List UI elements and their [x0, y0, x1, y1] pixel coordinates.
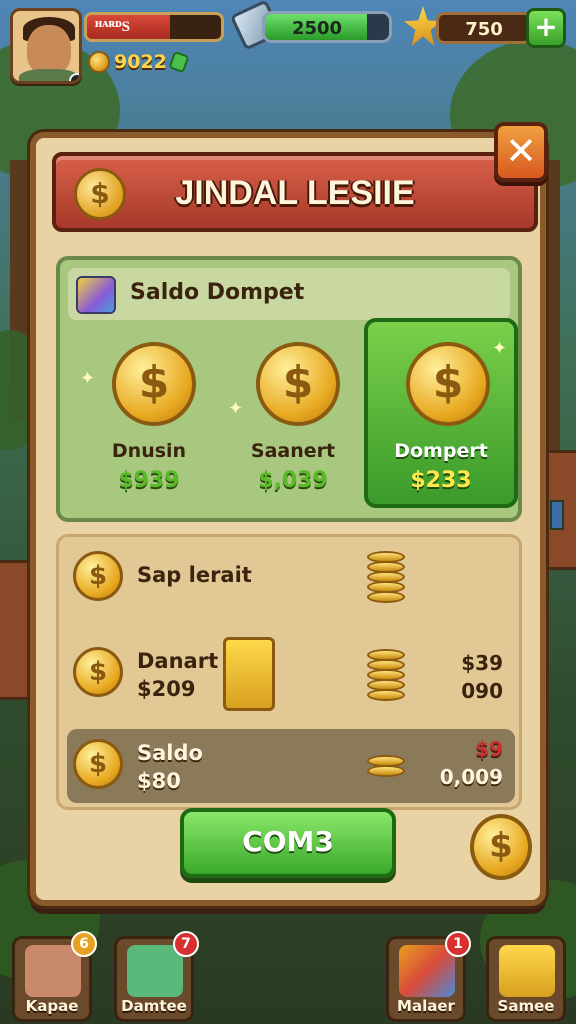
- energy-bar: 2500: [262, 11, 392, 43]
- wallet-header: Saldo Dompet: [68, 268, 510, 320]
- wallet-card-1[interactable]: ✦ $ Dnusin $939: [74, 322, 224, 508]
- card-icon: [223, 637, 275, 711]
- nav-item-profile[interactable]: 6 Kapae: [12, 931, 97, 1022]
- panel-header: $ JINDAL LESIIE: [52, 152, 538, 232]
- dollar-coin-icon: $: [406, 342, 490, 426]
- wallet-title: Saldo Dompet: [130, 280, 305, 305]
- row-label: Saldo: [137, 741, 203, 765]
- transaction-list: $ Sap lerait $ Danart $209 $39 090 $ Sal…: [56, 534, 522, 810]
- dollar-coin-icon: $: [73, 551, 123, 601]
- row-amount: $209: [137, 677, 196, 701]
- add-currency-button[interactable]: +: [526, 8, 566, 48]
- nav-label: Malaer: [397, 997, 455, 1015]
- wallet-card-amount: $,039: [258, 468, 328, 493]
- nav-badge: 1: [445, 931, 471, 957]
- nav-badge: 7: [173, 931, 199, 957]
- wallet-balance-section: Saldo Dompet ✦ $ Dnusin $939 ✦ $ Saanert…: [56, 256, 522, 522]
- row-right-top: $39: [461, 651, 503, 675]
- row-right-bottom: 0,009: [439, 765, 503, 789]
- list-item-highlighted[interactable]: $ Saldo $80 $9 0,009: [67, 729, 515, 803]
- notepad-icon: [127, 945, 183, 997]
- wallet-card-amount: $233: [410, 468, 472, 493]
- confirm-button[interactable]: COM3: [180, 808, 396, 878]
- dollar-coin-icon: $: [74, 168, 126, 220]
- dollar-coin-icon: $: [73, 739, 123, 789]
- wallet-card-3-selected[interactable]: ✦ $ Dompert $233: [364, 318, 518, 508]
- dollar-coin-icon: $: [73, 647, 123, 697]
- wallet-card-label: Dnusin: [111, 440, 187, 462]
- gold-crate-icon: [499, 945, 555, 997]
- gold-coin-icon: [88, 51, 110, 73]
- row-label: Sap lerait: [137, 563, 252, 587]
- star-counter: 750: [436, 12, 532, 44]
- coin-stack-icon: [367, 551, 405, 603]
- row-right-top: $9: [475, 737, 503, 761]
- wallet-card-label: Saanert: [250, 440, 336, 462]
- wallet-card-2[interactable]: ✦ $ Saanert $,039: [218, 322, 368, 508]
- row-amount: $80: [137, 769, 181, 793]
- gem-icon: [168, 50, 190, 74]
- nav-label: Damtee: [121, 997, 187, 1015]
- coin-stack-icon: [367, 755, 405, 777]
- profile-icon: [25, 945, 81, 997]
- close-button[interactable]: ✕: [494, 122, 548, 182]
- panel-title: JINDAL LESIIE: [175, 174, 415, 212]
- wallet-card-label: Dompert: [394, 440, 488, 462]
- dollar-coin-icon[interactable]: $: [470, 814, 532, 880]
- player-health-bar: ᴴᴬᴿᴰS: [84, 12, 224, 42]
- wallet-icon: [76, 276, 116, 314]
- gold-counter: 9022: [88, 48, 190, 76]
- wallet-card-amount: $939: [118, 468, 180, 493]
- gold-value: 9022: [114, 51, 167, 73]
- nav-item-shop[interactable]: 1 Malaer: [386, 931, 471, 1022]
- player-avatar[interactable]: [10, 8, 82, 84]
- nav-label: Samee: [497, 997, 555, 1015]
- row-label: Danart: [137, 649, 219, 673]
- row-right-bottom: 090: [461, 679, 503, 703]
- treasure-chest-icon: [399, 945, 455, 997]
- nav-item-rewards[interactable]: Samee: [486, 936, 566, 1022]
- list-item[interactable]: $ Sap lerait: [67, 541, 515, 615]
- nav-badge: 6: [71, 931, 97, 957]
- nav-item-tasks[interactable]: 7 Damtee: [114, 931, 199, 1022]
- coin-stack-icon: [367, 649, 405, 701]
- dollar-coin-icon: $: [256, 342, 340, 426]
- list-item[interactable]: $ Danart $209 $39 090: [67, 637, 515, 711]
- energy-value: 2500: [291, 18, 343, 39]
- star-value: 750: [465, 19, 503, 40]
- nav-label: Kapae: [25, 997, 79, 1015]
- player-name: ᴴᴬᴿᴰS: [95, 19, 130, 35]
- dollar-coin-icon: $: [112, 342, 196, 426]
